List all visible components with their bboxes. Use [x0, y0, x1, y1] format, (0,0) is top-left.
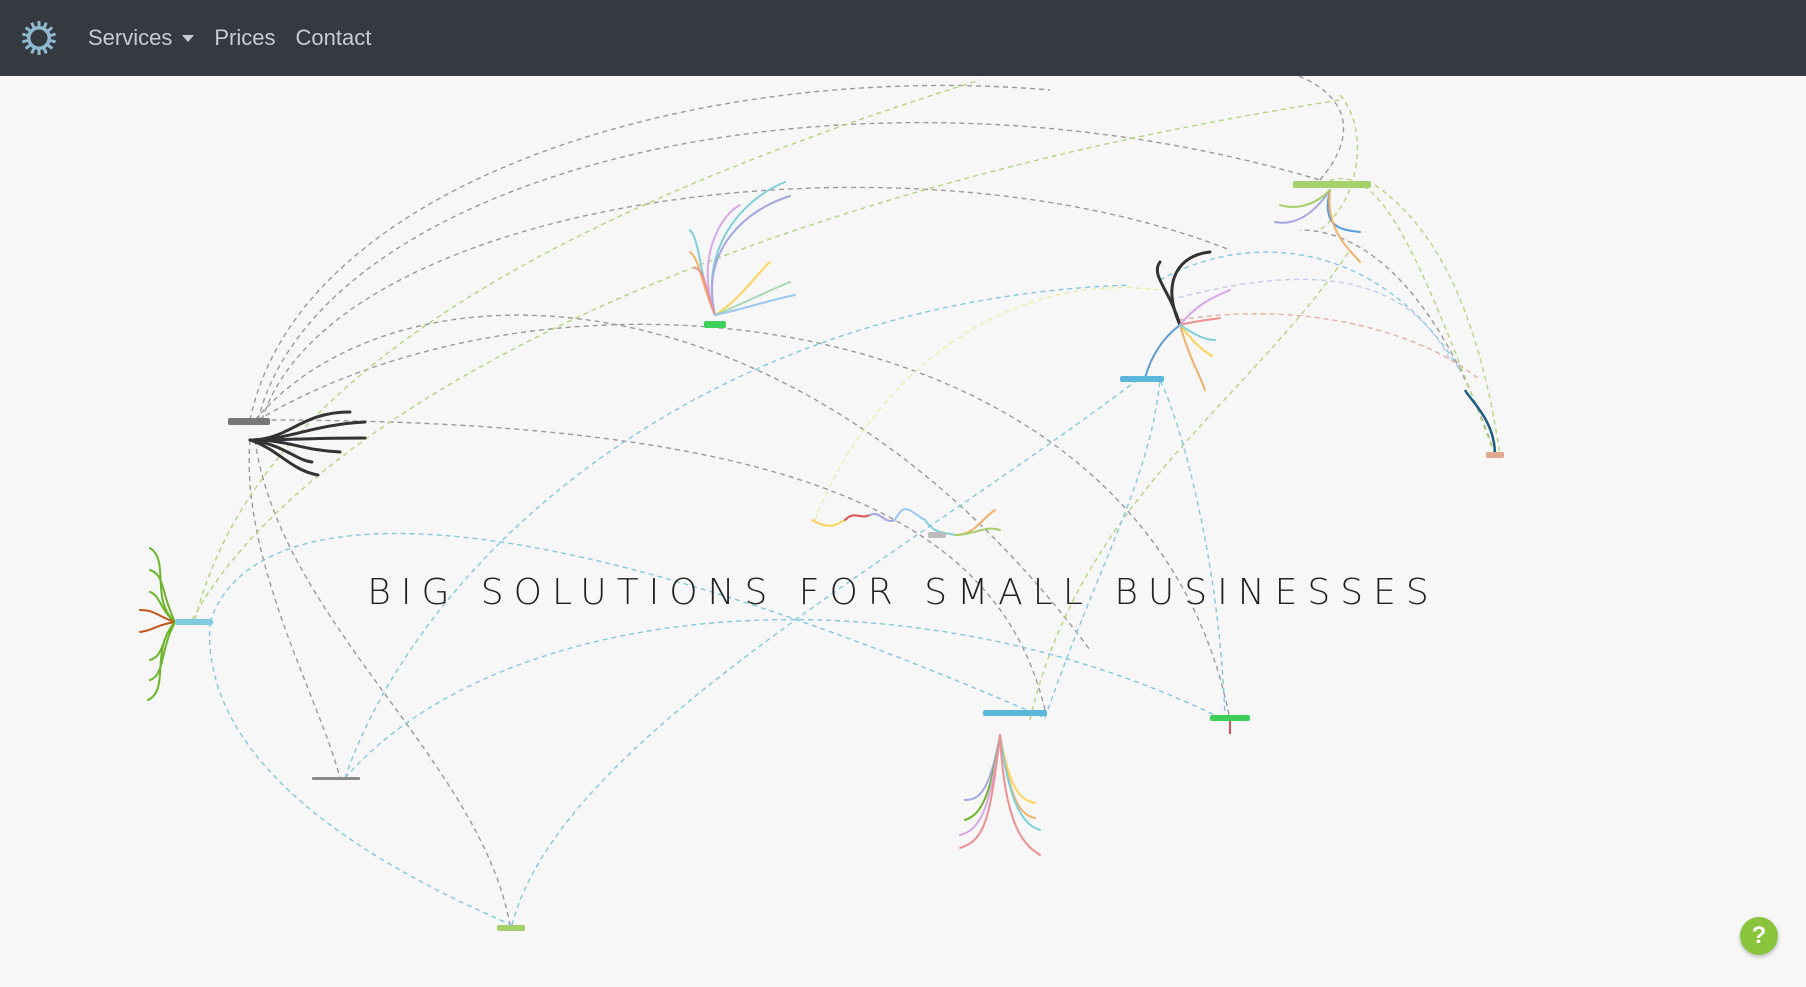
nav-contact-link[interactable]: Contact [295, 25, 371, 51]
hero-tagline: BIG SOLUTIONS FOR SMALL BUSINESSES [367, 572, 1439, 613]
help-icon: ? [1751, 922, 1767, 949]
chevron-down-icon [182, 34, 195, 42]
sun-gear-logo-icon[interactable] [20, 19, 58, 57]
nav-services-dropdown[interactable]: Services [88, 25, 195, 51]
help-button[interactable]: ? [1740, 917, 1778, 955]
top-navbar: Services Prices Contact [0, 0, 1806, 76]
mindmap-background-graphic [139, 76, 1504, 931]
nav-services-label: Services [88, 25, 173, 50]
nav-prices-link[interactable]: Prices [214, 25, 275, 51]
